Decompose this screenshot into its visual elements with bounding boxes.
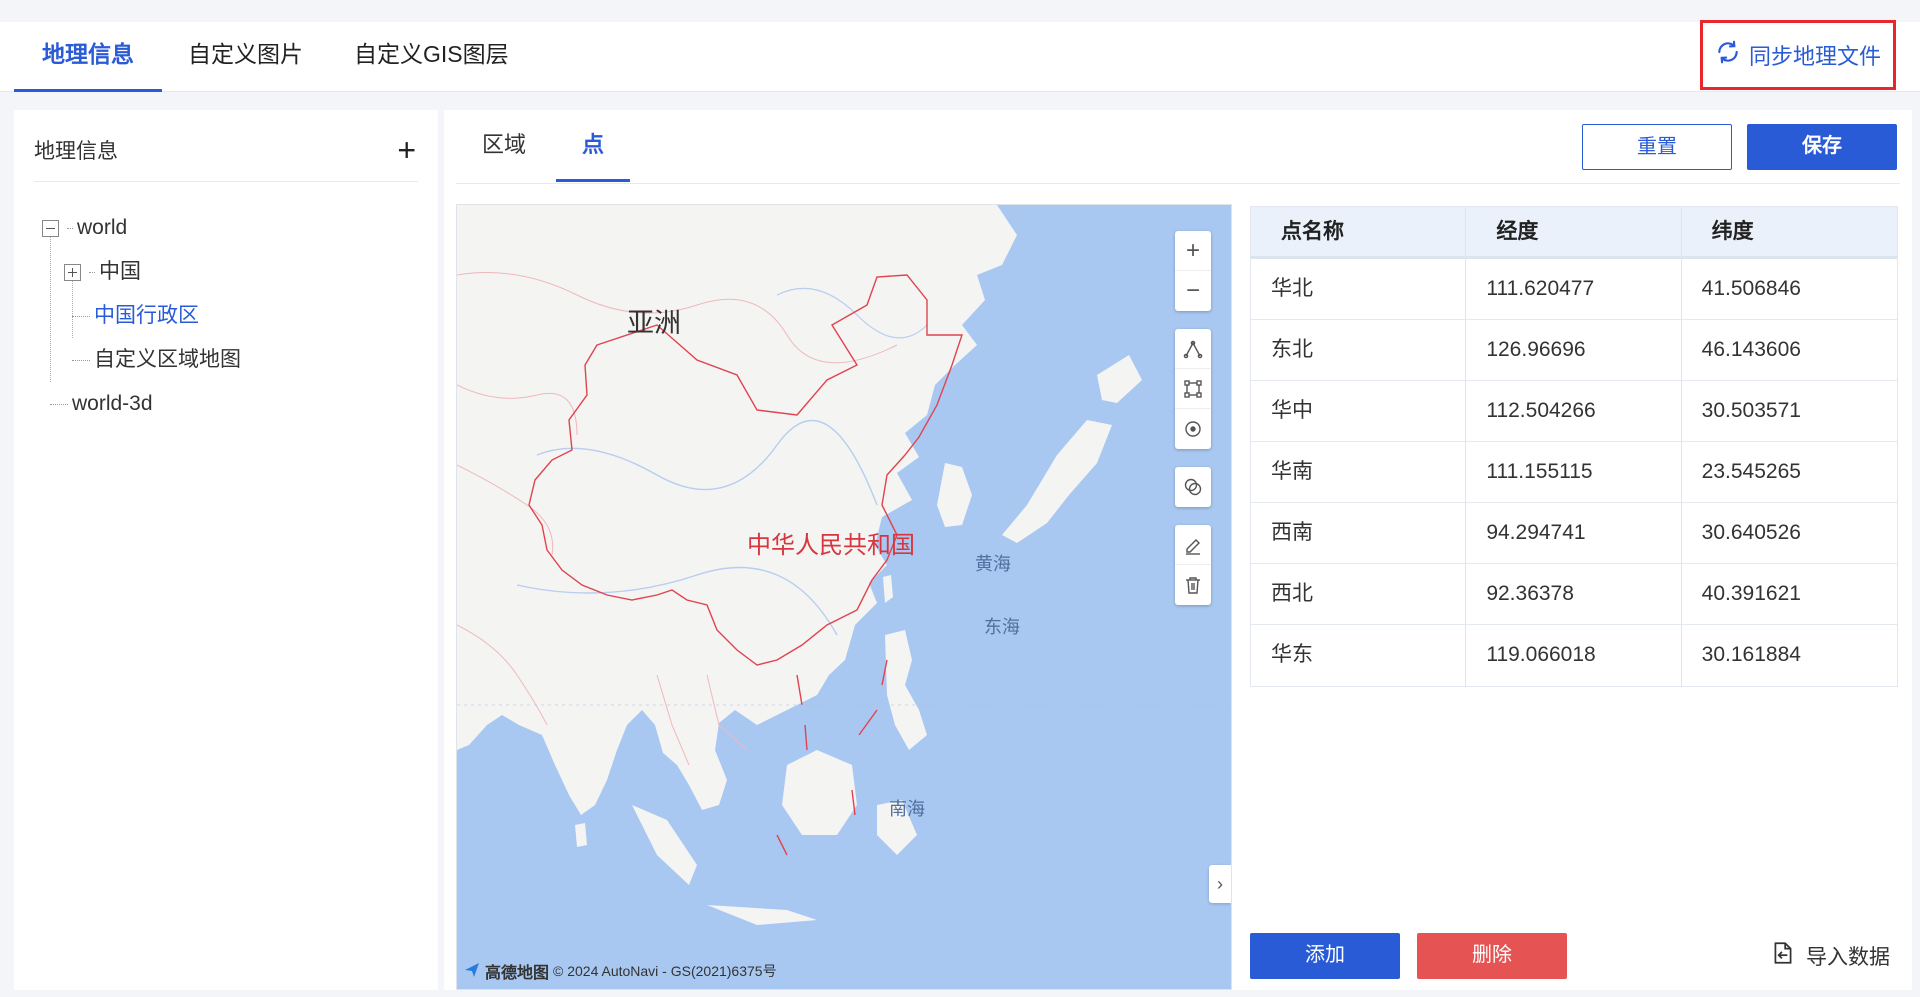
tree-node-world[interactable]: world	[42, 206, 422, 250]
zoom-in-icon[interactable]: +	[1175, 231, 1211, 271]
table-row[interactable]: 华南 111.155115 23.545265	[1251, 442, 1897, 503]
import-icon	[1770, 940, 1796, 972]
delete-button[interactable]: 删除	[1417, 933, 1567, 979]
header-point-name: 点名称	[1251, 207, 1467, 256]
header-latitude: 纬度	[1711, 220, 1754, 243]
collapse-icon[interactable]	[42, 219, 59, 237]
save-button[interactable]: 保存	[1747, 124, 1897, 170]
points-table: 点名称 经度 纬度 华北 111.620477 41.506846 东北 126…	[1250, 206, 1898, 687]
draw-line-icon[interactable]	[1175, 329, 1211, 369]
sync-label: 同步地理文件	[1748, 44, 1881, 69]
editor-panel: 区域 点 重置 保存 亚洲 中华人民共和国 黄海 东海 南海 + − › 高德地…	[444, 110, 1912, 990]
chevron-right-icon[interactable]: ›	[1209, 865, 1231, 903]
tree-node-custom-region-map[interactable]: 自定义区域地图	[42, 338, 422, 382]
geo-tree-panel: 地理信息 + world 中国 中国行政区 自定义区域地图 world-3d	[14, 110, 438, 990]
draw-rect-icon[interactable]	[1175, 369, 1211, 409]
map-label-china: 中华人民共和国	[747, 532, 915, 559]
sync-geo-file-button[interactable]: 同步地理文件	[1700, 20, 1896, 90]
table-row[interactable]: 西南 94.294741 30.640526	[1251, 503, 1897, 564]
table-header: 点名称 经度 纬度	[1251, 207, 1897, 259]
panel-resize-handle[interactable]	[440, 110, 443, 990]
table-row[interactable]: 东北 126.96696 46.143606	[1251, 320, 1897, 381]
table-row[interactable]: 华中 112.504266 30.503571	[1251, 381, 1897, 442]
plus-icon[interactable]: +	[397, 132, 416, 168]
tab-custom-image[interactable]: 自定义图片	[160, 22, 331, 92]
map-label-south-sea: 南海	[889, 799, 925, 819]
header-longitude: 经度	[1466, 207, 1682, 256]
expand-icon[interactable]	[64, 263, 81, 281]
overlap-icon[interactable]	[1175, 467, 1211, 507]
tree-node-china-admin[interactable]: 中国行政区	[42, 294, 422, 338]
table-row[interactable]: 西北 92.36378 40.391621	[1251, 564, 1897, 625]
table-row[interactable]: 华东 119.066018 30.161884	[1251, 625, 1897, 686]
tab-custom-gis-layer[interactable]: 自定义GIS图层	[326, 22, 537, 92]
add-button[interactable]: 添加	[1250, 933, 1400, 979]
edit-icon[interactable]	[1175, 525, 1211, 565]
panel-header: 地理信息 +	[34, 132, 418, 182]
zoom-out-icon[interactable]: −	[1175, 271, 1211, 311]
map-label-yellow-sea: 黄海	[975, 554, 1011, 574]
map-toolbar: + −	[1175, 231, 1211, 623]
geo-tree: world 中国 中国行政区 自定义区域地图 world-3d	[42, 206, 422, 426]
map-label-asia: 亚洲	[627, 308, 681, 338]
import-data-button[interactable]: 导入数据	[1770, 940, 1890, 972]
tree-node-world-3d[interactable]: world-3d	[42, 382, 422, 426]
reset-button[interactable]: 重置	[1582, 124, 1732, 170]
table-row[interactable]: 华北 111.620477 41.506846	[1251, 259, 1897, 320]
amap-logo-icon	[463, 961, 481, 982]
delete-icon[interactable]	[1175, 565, 1211, 605]
panel-title: 地理信息	[34, 140, 118, 163]
top-tab-bar: 地理信息 自定义图片 自定义GIS图层 同步地理文件	[0, 20, 1920, 92]
draw-point-icon[interactable]	[1175, 409, 1211, 449]
tab-geo-info[interactable]: 地理信息	[14, 22, 162, 92]
map-basemap	[457, 205, 1231, 925]
map-view[interactable]: 亚洲 中华人民共和国 黄海 东海 南海 + − › 高德地图 © 2024 Au…	[456, 204, 1232, 990]
tab-region[interactable]: 区域	[456, 110, 552, 182]
sync-icon	[1715, 39, 1741, 71]
map-label-east-sea: 东海	[984, 617, 1020, 637]
tree-node-china[interactable]: 中国	[42, 250, 422, 294]
map-attribution: 高德地图 © 2024 AutoNavi - GS(2021)6375号	[463, 959, 777, 983]
tab-point[interactable]: 点	[556, 110, 631, 182]
